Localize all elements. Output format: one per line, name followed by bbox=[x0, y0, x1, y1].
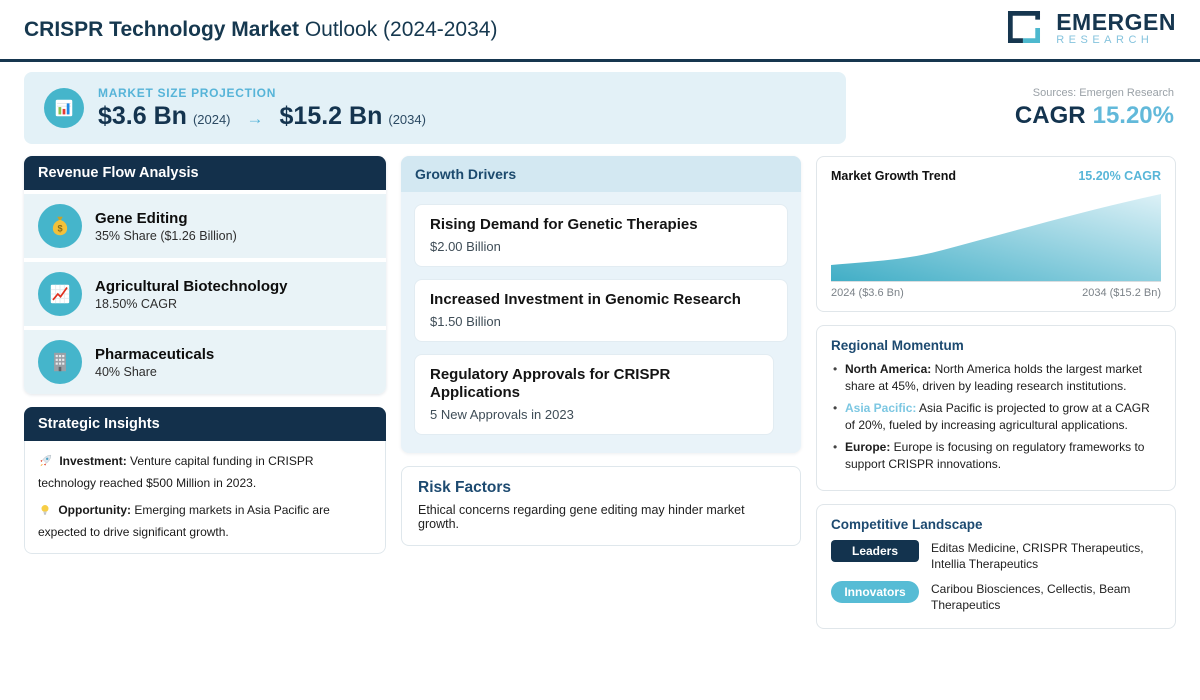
growth-driver-value: $2.00 Billion bbox=[430, 239, 772, 254]
left-column: Revenue Flow Analysis $ Gene Editing 35%… bbox=[24, 156, 386, 554]
rocket-icon bbox=[38, 453, 53, 474]
start-value: $3.6 Bn bbox=[98, 102, 187, 131]
region-name: Asia Pacific: bbox=[845, 401, 916, 415]
region-item-north-america: North America: North America holds the l… bbox=[831, 361, 1161, 395]
trend-cagr-badge: 15.20% CAGR bbox=[1078, 169, 1161, 183]
growth-drivers-title: Growth Drivers bbox=[401, 156, 801, 192]
page-title-bold: CRISPR Technology Market bbox=[24, 18, 299, 41]
building-icon bbox=[38, 340, 82, 384]
bulb-icon bbox=[38, 503, 52, 523]
top-row: MARKET SIZE PROJECTION $3.6 Bn (2024) → … bbox=[0, 72, 1200, 144]
end-year: (2034) bbox=[388, 112, 426, 127]
region-text: Europe is focusing on regulatory framewo… bbox=[845, 440, 1144, 471]
growth-drivers-panel: Growth Drivers Rising Demand for Genetic… bbox=[401, 156, 801, 453]
leaders-badge: Leaders bbox=[831, 540, 919, 562]
innovators-companies: Caribou Biosciences, Cellectis, Beam The… bbox=[931, 581, 1161, 613]
end-value: $15.2 Bn bbox=[280, 102, 383, 131]
growth-driver-title: Regulatory Approvals for CRISPR Applicat… bbox=[430, 366, 758, 404]
growth-driver-title: Rising Demand for Genetic Therapies bbox=[430, 216, 772, 235]
revenue-item-gene-editing: $ Gene Editing 35% Share ($1.26 Billion) bbox=[24, 194, 386, 258]
growth-driver-value: $1.50 Billion bbox=[430, 314, 772, 329]
revenue-item-agri-biotech: Agricultural Biotechnology 18.50% CAGR bbox=[24, 262, 386, 326]
trend-end-label: 2034 ($15.2 Bn) bbox=[1082, 287, 1161, 299]
regional-momentum-title: Regional Momentum bbox=[831, 338, 1161, 353]
emergen-logo: EMERGEN RESEARCH bbox=[1003, 6, 1176, 53]
page-title-regular: Outlook (2024-2034) bbox=[299, 18, 497, 41]
trend-title: Market Growth Trend bbox=[831, 169, 956, 183]
logo-text: EMERGEN RESEARCH bbox=[1056, 11, 1176, 47]
growth-driver-value: 5 New Approvals in 2023 bbox=[430, 407, 758, 422]
regional-momentum-card: Regional Momentum North America: North A… bbox=[816, 325, 1176, 491]
competitive-landscape-card: Competitive Landscape Leaders Editas Med… bbox=[816, 504, 1176, 628]
center-column: Growth Drivers Rising Demand for Genetic… bbox=[401, 156, 801, 546]
revenue-item-text: Agricultural Biotechnology 18.50% CAGR bbox=[95, 278, 288, 311]
regional-momentum-list: North America: North America holds the l… bbox=[831, 361, 1161, 473]
landscape-row-innovators: Innovators Caribou Biosciences, Cellecti… bbox=[831, 581, 1161, 613]
cagr-line: CAGR 15.20% bbox=[846, 102, 1174, 130]
page-header: CRISPR Technology Market Outlook (2024-2… bbox=[0, 0, 1200, 62]
page-title: CRISPR Technology Market Outlook (2024-2… bbox=[24, 18, 497, 42]
risk-factors-text: Ethical concerns regarding gene editing … bbox=[418, 503, 784, 531]
revenue-item-detail: 18.50% CAGR bbox=[95, 297, 288, 311]
market-size-values: $3.6 Bn (2024) → $15.2 Bn (2034) bbox=[98, 102, 426, 131]
strategic-insights-panel: Strategic Insights Investment: Venture c… bbox=[24, 407, 386, 554]
landscape-row-leaders: Leaders Editas Medicine, CRISPR Therapeu… bbox=[831, 540, 1161, 572]
trend-header: Market Growth Trend 15.20% CAGR bbox=[831, 169, 1161, 183]
svg-text:$: $ bbox=[57, 223, 62, 233]
strategic-insights-body: Investment: Venture capital funding in C… bbox=[24, 441, 386, 554]
start-year: (2024) bbox=[193, 112, 231, 127]
cagr-value: 15.20% bbox=[1093, 102, 1174, 129]
insight-label: Opportunity: bbox=[58, 503, 131, 517]
region-name: North America: bbox=[845, 362, 931, 376]
bar-chart-icon bbox=[44, 88, 84, 128]
sources-note: Sources: Emergen Research bbox=[846, 87, 1174, 99]
growth-driver-card: Rising Demand for Genetic Therapies $2.0… bbox=[414, 204, 788, 267]
leaders-companies: Editas Medicine, CRISPR Therapeutics, In… bbox=[931, 540, 1161, 572]
region-name: Europe: bbox=[845, 440, 890, 454]
revenue-item-detail: 40% Share bbox=[95, 365, 214, 379]
revenue-item-pharma: Pharmaceuticals 40% Share bbox=[24, 330, 386, 394]
revenue-item-text: Pharmaceuticals 40% Share bbox=[95, 346, 214, 379]
logo-line1: EMERGEN bbox=[1056, 11, 1176, 34]
banner-meta: Sources: Emergen Research CAGR 15.20% bbox=[846, 87, 1176, 130]
insight-investment: Investment: Venture capital funding in C… bbox=[38, 452, 372, 492]
growth-driver-card: Regulatory Approvals for CRISPR Applicat… bbox=[414, 354, 774, 436]
risk-factors-title: Risk Factors bbox=[418, 479, 784, 497]
money-bag-icon: $ bbox=[38, 204, 82, 248]
strategic-insights-title: Strategic Insights bbox=[24, 407, 386, 441]
revenue-item-detail: 35% Share ($1.26 Billion) bbox=[95, 229, 237, 243]
innovators-badge: Innovators bbox=[831, 581, 919, 603]
main-grid: Revenue Flow Analysis $ Gene Editing 35%… bbox=[0, 156, 1200, 629]
line-chart-icon bbox=[38, 272, 82, 316]
area-chart bbox=[831, 191, 1161, 282]
trend-start-label: 2024 ($3.6 Bn) bbox=[831, 287, 904, 299]
region-item-asia-pacific: Asia Pacific: Asia Pacific is projected … bbox=[831, 400, 1161, 434]
competitive-landscape-title: Competitive Landscape bbox=[831, 517, 1161, 532]
region-item-europe: Europe: Europe is focusing on regulatory… bbox=[831, 439, 1161, 473]
right-column: Market Growth Trend 15.20% CAGR 2024 ($3… bbox=[816, 156, 1176, 629]
insight-label: Investment: bbox=[59, 454, 126, 468]
logo-line2: RESEARCH bbox=[1056, 34, 1176, 47]
market-growth-trend-card: Market Growth Trend 15.20% CAGR 2024 ($3… bbox=[816, 156, 1176, 312]
trend-axis-labels: 2024 ($3.6 Bn) 2034 ($15.2 Bn) bbox=[831, 287, 1161, 299]
emergen-logo-icon bbox=[1003, 6, 1045, 53]
revenue-item-name: Gene Editing bbox=[95, 210, 237, 227]
revenue-item-text: Gene Editing 35% Share ($1.26 Billion) bbox=[95, 210, 237, 243]
risk-factors-card: Risk Factors Ethical concerns regarding … bbox=[401, 466, 801, 546]
revenue-flow-panel: Revenue Flow Analysis $ Gene Editing 35%… bbox=[24, 156, 386, 394]
growth-driver-card: Increased Investment in Genomic Research… bbox=[414, 279, 788, 342]
market-size-banner: MARKET SIZE PROJECTION $3.6 Bn (2024) → … bbox=[24, 72, 846, 144]
arrow-right-icon: → bbox=[247, 109, 264, 129]
revenue-item-name: Agricultural Biotechnology bbox=[95, 278, 288, 295]
market-size-label: MARKET SIZE PROJECTION bbox=[98, 86, 426, 100]
revenue-item-name: Pharmaceuticals bbox=[95, 346, 214, 363]
cagr-label: CAGR bbox=[1015, 102, 1086, 129]
insight-opportunity: Opportunity: Emerging markets in Asia Pa… bbox=[38, 501, 372, 541]
market-size-text: MARKET SIZE PROJECTION $3.6 Bn (2024) → … bbox=[98, 86, 426, 131]
revenue-flow-title: Revenue Flow Analysis bbox=[24, 156, 386, 190]
growth-driver-title: Increased Investment in Genomic Research bbox=[430, 291, 772, 310]
